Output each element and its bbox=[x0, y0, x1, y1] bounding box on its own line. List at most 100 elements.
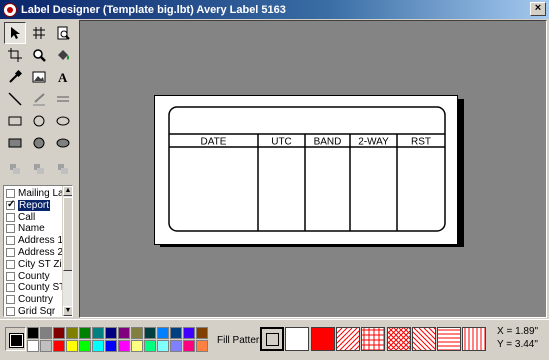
field-checkbox[interactable] bbox=[6, 224, 15, 234]
scroll-down-icon[interactable]: ▼ bbox=[63, 306, 72, 316]
field-list[interactable]: Mailing LabReportCallNameAddress 1Addres… bbox=[3, 185, 73, 317]
field-list-item[interactable]: Call bbox=[6, 212, 35, 223]
field-checkbox[interactable] bbox=[6, 295, 15, 305]
field-list-item[interactable]: County bbox=[6, 271, 50, 282]
color-swatch[interactable] bbox=[118, 327, 130, 339]
none-pattern-icon[interactable] bbox=[260, 327, 284, 351]
color-swatch[interactable] bbox=[157, 340, 169, 352]
align-center-tool-icon[interactable] bbox=[28, 158, 50, 180]
color-swatch[interactable] bbox=[92, 327, 104, 339]
filled-rectangle-tool-icon[interactable] bbox=[4, 132, 26, 154]
color-swatch[interactable] bbox=[53, 327, 65, 339]
color-swatch[interactable] bbox=[53, 340, 65, 352]
color-swatch[interactable] bbox=[92, 340, 104, 352]
field-list-item[interactable]: Address 2 bbox=[6, 247, 63, 258]
column-header[interactable]: 2-WAY bbox=[358, 137, 389, 148]
zoom-tool-icon[interactable] bbox=[28, 44, 50, 66]
column-header[interactable]: DATE bbox=[201, 137, 227, 148]
vertical-lines-pattern-icon[interactable] bbox=[462, 327, 487, 351]
field-checkbox[interactable] bbox=[6, 271, 15, 281]
field-list-item[interactable]: Grid Sqr bbox=[6, 306, 55, 316]
field-list-item[interactable]: Address 1 bbox=[6, 235, 63, 246]
field-label: Call bbox=[18, 211, 36, 223]
pen-tool-icon[interactable] bbox=[28, 88, 50, 110]
diagonal-cross-pattern-icon[interactable] bbox=[386, 327, 411, 351]
field-checkbox[interactable] bbox=[6, 283, 15, 293]
back-diagonal-pattern-icon[interactable] bbox=[411, 327, 436, 351]
field-list-item[interactable]: Country bbox=[6, 294, 53, 305]
double-line-tool-icon[interactable] bbox=[52, 88, 74, 110]
white-pattern-icon[interactable] bbox=[285, 327, 310, 351]
field-checkbox[interactable] bbox=[6, 259, 15, 269]
color-swatch[interactable] bbox=[118, 340, 130, 352]
label-drawing[interactable]: DATE UTC BAND 2-WAY RST bbox=[155, 96, 459, 246]
solid-red-pattern-icon[interactable] bbox=[310, 327, 335, 351]
align-right-tool-icon[interactable] bbox=[52, 158, 74, 180]
fill-bucket-tool-icon[interactable] bbox=[52, 44, 74, 66]
field-list-item[interactable]: Mailing Lab bbox=[6, 188, 69, 199]
color-swatch[interactable] bbox=[105, 340, 117, 352]
field-list-item[interactable]: Report bbox=[6, 199, 51, 211]
page-preview-tool-icon[interactable] bbox=[52, 22, 74, 44]
color-swatch[interactable] bbox=[183, 327, 195, 339]
color-swatch[interactable] bbox=[27, 340, 39, 352]
color-swatch[interactable] bbox=[183, 340, 195, 352]
text-tool-icon[interactable]: A bbox=[52, 66, 74, 88]
design-canvas[interactable]: DATE UTC BAND 2-WAY RST bbox=[79, 20, 547, 318]
grid-tool-icon[interactable] bbox=[28, 22, 50, 44]
field-checkbox[interactable] bbox=[6, 248, 15, 257]
grid-pattern-icon[interactable] bbox=[361, 327, 386, 351]
color-swatch[interactable] bbox=[157, 327, 169, 339]
color-swatch[interactable] bbox=[79, 340, 91, 352]
color-swatch[interactable] bbox=[144, 327, 156, 339]
app-logo-icon[interactable] bbox=[3, 2, 17, 17]
field-list-item[interactable]: Name bbox=[6, 223, 45, 234]
field-list-item[interactable]: County ST bbox=[6, 282, 65, 293]
scroll-up-icon[interactable]: ▲ bbox=[63, 186, 72, 196]
filled-circle-tool-icon[interactable] bbox=[28, 132, 50, 154]
ellipse-tool-icon[interactable] bbox=[28, 110, 50, 132]
label-border[interactable] bbox=[168, 106, 446, 232]
eyedropper-tool-icon[interactable] bbox=[4, 66, 26, 88]
color-swatch[interactable] bbox=[170, 340, 182, 352]
diagonal-lines-pattern-icon[interactable] bbox=[335, 327, 360, 351]
color-swatch[interactable] bbox=[131, 327, 143, 339]
column-header[interactable]: RST bbox=[411, 137, 431, 148]
filled-oval-tool-icon[interactable] bbox=[52, 132, 74, 154]
color-swatch[interactable] bbox=[105, 327, 117, 339]
color-swatch[interactable] bbox=[196, 340, 208, 352]
field-checkbox[interactable] bbox=[6, 307, 15, 316]
field-list-item[interactable]: City ST Zip bbox=[6, 259, 67, 270]
crop-tool-icon[interactable] bbox=[4, 44, 26, 66]
color-swatch[interactable] bbox=[170, 327, 182, 339]
color-swatch[interactable] bbox=[40, 327, 52, 339]
horizontal-lines-pattern-icon[interactable] bbox=[437, 327, 462, 351]
color-swatch[interactable] bbox=[27, 327, 39, 339]
color-swatch[interactable] bbox=[66, 327, 78, 339]
field-checkbox[interactable] bbox=[6, 236, 15, 246]
field-checkbox[interactable] bbox=[6, 189, 15, 198]
pointer-tool-icon[interactable] bbox=[4, 22, 26, 44]
rectangle-tool-icon[interactable] bbox=[4, 110, 26, 132]
color-swatch[interactable] bbox=[66, 340, 78, 352]
title-bar[interactable]: Label Designer (Template big.lbt) Avery … bbox=[0, 0, 549, 19]
rounded-oval-tool-icon[interactable] bbox=[52, 110, 74, 132]
field-checkbox[interactable] bbox=[6, 212, 15, 222]
color-swatch[interactable] bbox=[196, 327, 208, 339]
line-tool-icon[interactable] bbox=[4, 88, 26, 110]
cursor-coordinates: X = 1.89" Y = 3.44" bbox=[497, 325, 538, 351]
image-tool-icon[interactable] bbox=[28, 66, 50, 88]
label-sheet[interactable]: DATE UTC BAND 2-WAY RST bbox=[154, 95, 458, 245]
column-header[interactable]: UTC bbox=[271, 137, 292, 148]
close-button[interactable]: × bbox=[530, 2, 546, 16]
align-left-tool-icon[interactable] bbox=[4, 158, 26, 180]
field-checkbox[interactable] bbox=[6, 199, 15, 210]
column-header[interactable]: BAND bbox=[314, 137, 342, 148]
color-swatch[interactable] bbox=[40, 340, 52, 352]
current-color-swatch[interactable] bbox=[5, 327, 26, 351]
field-list-scrollbar[interactable]: ▲ ▼ bbox=[62, 186, 72, 316]
color-swatch[interactable] bbox=[144, 340, 156, 352]
color-swatch[interactable] bbox=[79, 327, 91, 339]
color-swatch[interactable] bbox=[131, 340, 143, 352]
scroll-thumb[interactable] bbox=[63, 197, 72, 271]
